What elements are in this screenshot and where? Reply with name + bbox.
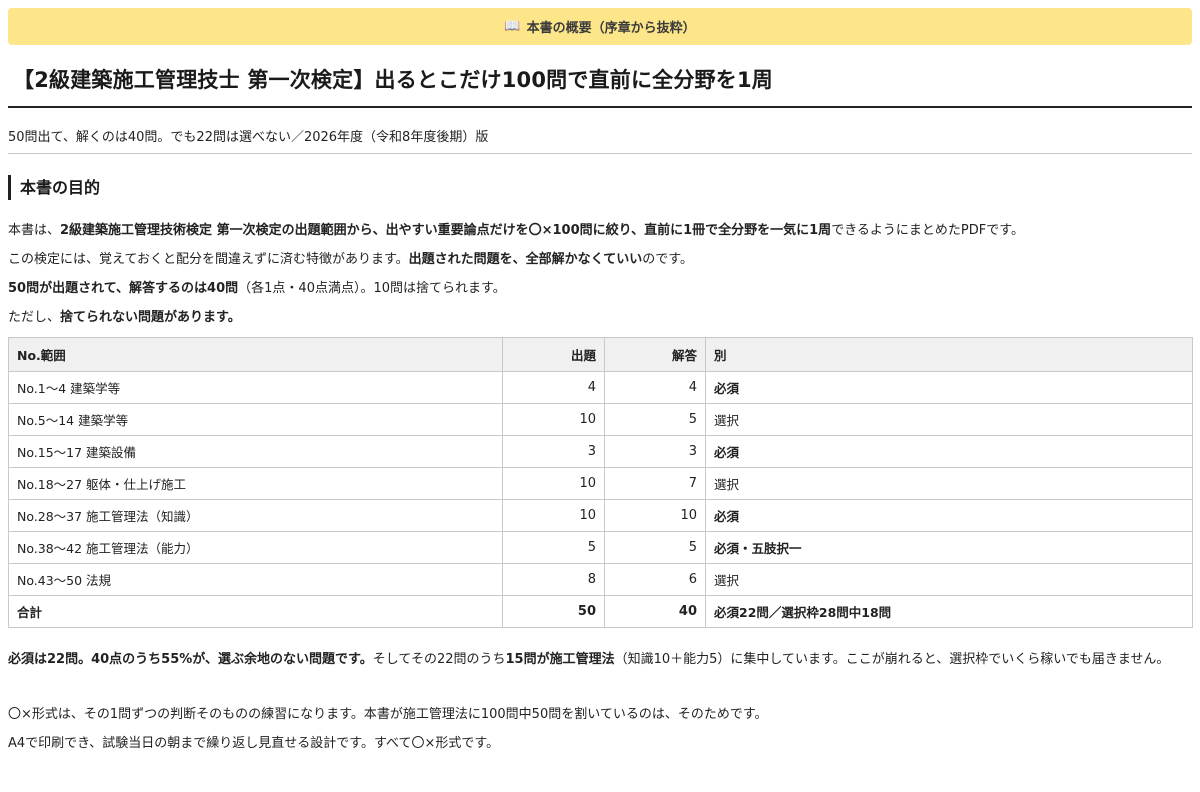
cell-asked: 8 [502, 563, 605, 596]
cell-type: 必須 [705, 435, 1193, 468]
cell-answered: 6 [604, 563, 706, 596]
document-page: 📖 本書の概要（序章から抜粋） 【2級建築施工管理技士 第一次検定】出るとこだけ… [0, 0, 1200, 792]
title-divider [8, 106, 1192, 108]
cell-answered: 40 [604, 595, 706, 628]
table-row: No.18〜27 躯体・仕上げ施工 10 7 選択 [8, 467, 1193, 500]
paragraph-text: （各1点・40点満点）。10問は捨てられます。 [238, 281, 506, 296]
cell-answered: 3 [604, 435, 706, 468]
cell-type: 必須・五肢択一 [705, 531, 1193, 564]
overview-banner: 📖 本書の概要（序章から抜粋） [8, 8, 1192, 45]
paragraph-summary: 必須は22問。40点のうち55%が、選ぶ余地のない問題です。そしてその22問のう… [8, 648, 1192, 672]
cell-type: 選択 [705, 467, 1193, 500]
cell-range: No.38〜42 施工管理法（能力） [8, 531, 503, 564]
paragraph-purpose: 本書は、2級建築施工管理技術検定 第一次検定の出題範囲から、出やすい重要論点だけ… [8, 219, 1024, 238]
cell-asked: 3 [502, 435, 605, 468]
cell-range: No.43〜50 法規 [8, 563, 503, 596]
section-heading: 本書の目的 [8, 175, 100, 200]
paragraph-text: できるようにまとめたPDFです。 [831, 223, 1024, 238]
table-row: No.5〜14 建築学等 10 5 選択 [8, 403, 1193, 436]
paragraph-text: この検定には、覚えておくと配分を間違えずに済む特徴があります。 [8, 252, 409, 267]
paragraph-text: のです。 [642, 252, 693, 267]
page-title: 【2級建築施工管理技士 第一次検定】出るとこだけ100問で直前に全分野を1周 [13, 68, 773, 92]
subtitle-divider [8, 153, 1192, 154]
paragraph-caveat: ただし、捨てられない問題があります。 [8, 306, 241, 325]
cell-answered: 4 [604, 371, 706, 404]
cell-asked: 10 [502, 499, 605, 532]
paragraph-emphasis: 必須は22問。40点のうち55%が、選ぶ余地のない問題です。 [8, 652, 373, 667]
cell-type: 必須22問／選択枠28問中18問 [705, 595, 1193, 628]
paragraph-text: そしてその22問のうち [372, 652, 506, 667]
open-book-icon: 📖 [504, 19, 521, 34]
table-header-row: No.範囲 出題 解答 別 [8, 337, 1193, 372]
paragraph-emphasis: 2級建築施工管理技術検定 第一次検定の出題範囲から、出やすい重要論点だけを〇×1… [60, 223, 832, 238]
cell-type: 選択 [705, 403, 1193, 436]
table-row: No.1〜4 建築学等 4 4 必須 [8, 371, 1193, 404]
cell-answered: 7 [604, 467, 706, 500]
paragraph-emphasis: 捨てられない問題があります。 [60, 310, 241, 325]
paragraph-print: A4で印刷でき、試験当日の朝まで繰り返し見直せる設計です。すべて〇×形式です。 [8, 736, 500, 751]
table-total-row: 合計 50 40 必須22問／選択枠28問中18問 [8, 595, 1193, 628]
header-range: No.範囲 [8, 337, 503, 372]
page-subtitle: 50問出て、解くのは40問。でも22問は選べない／2026年度（令和8年度後期）… [8, 130, 489, 145]
cell-type: 必須 [705, 371, 1193, 404]
paragraph-emphasis: 出題された問題を、全部解かなくていい [408, 252, 643, 267]
paragraph-feature: この検定には、覚えておくと配分を間違えずに済む特徴があります。出題された問題を、… [8, 248, 693, 267]
header-type: 別 [705, 337, 1193, 372]
paragraph-format: 〇×形式は、その1問ずつの判断そのものの練習になります。本書が施工管理法に100… [8, 707, 768, 722]
table-row: No.28〜37 施工管理法（知識） 10 10 必須 [8, 499, 1193, 532]
cell-type: 選択 [705, 563, 1193, 596]
cell-type: 必須 [705, 499, 1193, 532]
paragraph-text: （知識10＋能力5）に集中しています。ここが崩れると、選択枠でいくら稼いでも届き… [614, 652, 1170, 667]
cell-range: No.15〜17 建築設備 [8, 435, 503, 468]
cell-range: No.18〜27 躯体・仕上げ施工 [8, 467, 503, 500]
header-answered: 解答 [604, 337, 706, 372]
cell-asked: 50 [502, 595, 605, 628]
cell-asked: 5 [502, 531, 605, 564]
cell-range: 合計 [8, 595, 503, 628]
paragraph-emphasis: 50問が出題されて、解答するのは40問 [8, 281, 239, 296]
paragraph-text: ただし、 [8, 310, 61, 325]
banner-text: 本書の概要（序章から抜粋） [526, 21, 696, 36]
paragraph-text: 本書は、 [8, 223, 61, 238]
paragraph-emphasis: 15問が施工管理法 [505, 652, 615, 667]
table-row: No.43〜50 法規 8 6 選択 [8, 563, 1193, 596]
cell-answered: 10 [604, 499, 706, 532]
cell-range: No.28〜37 施工管理法（知識） [8, 499, 503, 532]
cell-asked: 10 [502, 467, 605, 500]
exam-scope-table: No.範囲 出題 解答 別 No.1〜4 建築学等 4 4 必須 No.5〜14… [8, 337, 1193, 628]
table-row: No.15〜17 建築設備 3 3 必須 [8, 435, 1193, 468]
cell-asked: 10 [502, 403, 605, 436]
cell-range: No.5〜14 建築学等 [8, 403, 503, 436]
paragraph-scoring: 50問が出題されて、解答するのは40問（各1点・40点満点）。10問は捨てられま… [8, 277, 506, 296]
table-row: No.38〜42 施工管理法（能力） 5 5 必須・五肢択一 [8, 531, 1193, 564]
cell-answered: 5 [604, 531, 706, 564]
header-asked: 出題 [502, 337, 605, 372]
cell-range: No.1〜4 建築学等 [8, 371, 503, 404]
cell-answered: 5 [604, 403, 706, 436]
cell-asked: 4 [502, 371, 605, 404]
